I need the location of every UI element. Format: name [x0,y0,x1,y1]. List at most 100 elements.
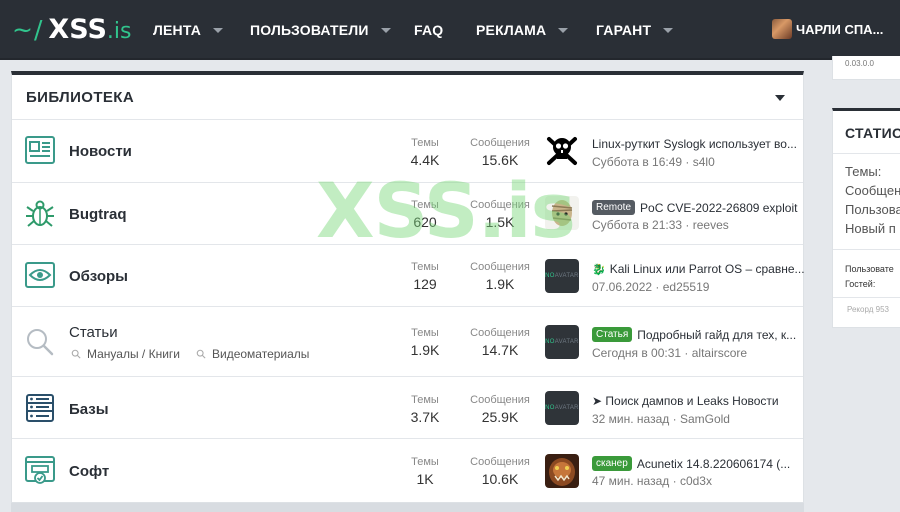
search-icon [196,349,206,359]
stat-threads: Темы: [845,164,882,179]
monster-avatar-icon [545,454,579,488]
messages-count: 25.9K [481,409,519,425]
threads-count: 3.7K [410,409,440,425]
last-post-title-text: Подробный гайд для тех, к... [637,327,797,342]
eye-icon [25,262,55,288]
avatar [772,19,792,39]
last-post-title[interactable]: сканер Acunetix 14.8.220606174 (... [592,456,790,471]
chevron-down-icon[interactable] [663,27,674,33]
mummy-avatar-icon [545,196,579,230]
top-navbar: ~ / XSS .is ЛЕНТА ПОЛЬЗОВАТЕЛИ FAQ РЕКЛА… [0,0,900,60]
chevron-down-icon[interactable] [213,27,224,33]
forum-row-news: Новости Темы 4.4K Сообщения 15.6K Linux-… [12,120,803,183]
last-post-meta[interactable]: Суббота в 16:49 · s4l0 [592,155,715,169]
category-title[interactable]: БИБЛИОТЕКА [26,89,134,106]
forum-title[interactable]: Bugtraq [69,206,127,223]
nav-users-label: ПОЛЬЗОВАТЕЛИ [250,22,369,38]
search-icon [27,329,54,356]
software-icon [25,456,55,484]
messages-label: Сообщения [470,199,530,211]
avatar[interactable] [545,196,579,230]
category-header: БИБЛИОТЕКА [12,75,803,120]
sidebar-top-block: 0.03.0.0 [832,56,900,80]
forum-title[interactable]: Базы [69,401,109,418]
avatar[interactable]: NOAVATAR [545,391,579,425]
last-post-title[interactable]: Remote PoC CVE-2022-26809 exploit [592,200,797,215]
messages-count: 15.6K [481,152,519,168]
nav-guarantor[interactable]: ГАРАНТ [596,20,674,40]
noavatar-no: NO [545,405,555,411]
nav-users[interactable]: ПОЛЬЗОВАТЕЛИ [250,20,391,40]
threads-count: 4.4K [410,152,440,168]
noavatar-no: NO [545,273,555,279]
subforum-manuals[interactable]: Мануалы / Книги [71,347,180,361]
forum-stats-widget: СТАТИС Темы: Сообщен Пользова Новый п По… [832,108,900,328]
online-record: Рекорд 953 [847,305,889,314]
last-post-title-text: Acunetix 14.8.220606174 (... [636,456,791,471]
user-menu[interactable]: ЧАРЛИ СПА... [772,16,883,42]
last-post-meta[interactable]: 07.06.2022 · ed25519 [592,280,709,294]
subforum-label: Видеоматериалы [212,347,310,361]
messages-label: Сообщения [470,327,530,339]
messages-stat: Сообщения 1.5K [466,198,534,232]
threads-count: 1K [416,471,434,487]
last-post-meta[interactable]: 47 мин. назад · c0d3x [592,474,712,488]
collapse-chevron-icon[interactable] [775,95,785,101]
last-post-title[interactable]: Статья Подробный гайд для тех, к... [592,327,796,342]
stats-title: СТАТИС [845,125,900,141]
forum-row-software: Софт Темы 1K Сообщения 10.6K сканер Acun… [12,439,803,503]
forum-title[interactable]: Новости [69,143,132,160]
skull-crossbones-icon [545,133,579,167]
newspaper-icon [25,136,55,164]
stat-newest: Новый п [845,221,896,236]
last-post-title[interactable]: Linux-руткит Syslogk использует во... [592,137,797,151]
last-post-title[interactable]: 🐉 Kali Linux или Parrot OS – сравне... [592,262,805,276]
messages-stat: Сообщения 25.9K [466,393,534,427]
avatar[interactable] [545,133,579,167]
last-post-title-text: PoC CVE-2022-26809 exploit [640,200,798,215]
forum-category-block: БИБЛИОТЕКА Новости Темы 4.4K Сообщения 1… [11,71,805,503]
threads-stat: Темы 620 [404,198,446,232]
avatar[interactable]: NOAVATAR [545,325,579,359]
nav-feed[interactable]: ЛЕНТА [153,20,224,40]
forum-title[interactable]: Софт [69,463,109,480]
messages-stat: Сообщения 1.9K [466,260,534,294]
online-users: Пользовате [845,264,894,274]
threads-label: Темы [411,327,439,339]
messages-count: 14.7K [481,342,519,358]
threads-count: 1.9K [410,342,440,358]
logo-is: .is [106,19,132,44]
divider [833,297,900,298]
chevron-down-icon[interactable] [380,27,391,33]
last-post-meta[interactable]: Суббота в 21:33 · reeves [592,218,729,232]
messages-count: 1.9K [485,276,515,292]
last-post-title[interactable]: ➤ Поиск дампов и Leaks Новости [592,394,779,408]
site-logo[interactable]: ~ / XSS .is [12,14,131,46]
prefix-tag[interactable]: Статья [592,327,633,342]
last-post-meta[interactable]: Сегодня в 00:31 · altairscore [592,346,747,360]
prefix-tag[interactable]: сканер [592,456,632,471]
search-icon [71,349,81,359]
threads-label: Темы [411,199,439,211]
threads-stat: Темы 3.7K [404,393,446,427]
divider [833,153,900,154]
avatar[interactable] [545,454,579,488]
avatar[interactable]: NOAVATAR [545,259,579,293]
last-post-title-text: ➤ Поиск дампов и Leaks Новости [592,394,779,408]
threads-stat: Темы 1.9K [404,326,446,360]
stat-users: Пользова [845,202,900,217]
nav-ads[interactable]: РЕКЛАМА [476,20,569,40]
messages-stat: Сообщения 15.6K [466,136,534,170]
nav-faq[interactable]: FAQ [414,20,443,40]
last-post-meta[interactable]: 32 мин. назад · SamGold [592,412,730,426]
forum-title[interactable]: Статьи [69,324,118,341]
forum-title[interactable]: Обзоры [69,268,128,285]
block-footer [11,503,804,512]
messages-stat: Сообщения 10.6K [466,455,534,489]
messages-stat: Сообщения 14.7K [466,326,534,360]
chevron-down-icon[interactable] [558,27,569,33]
noavatar-label: NOAVATAR [545,273,579,279]
subforum-videos[interactable]: Видеоматериалы [196,347,309,361]
prefix-tag[interactable]: Remote [592,200,636,215]
logo-tilde: ~ [12,15,34,44]
